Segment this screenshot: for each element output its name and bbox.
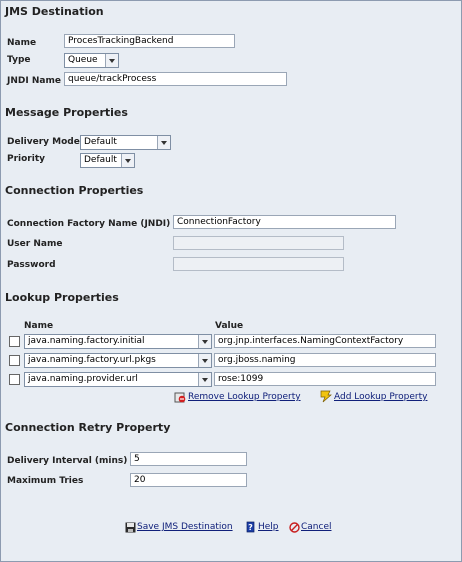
chevron-down-icon xyxy=(105,54,118,67)
lookup-row: java.naming.provider.url rose:1099 xyxy=(1,371,461,389)
lookup-name-select[interactable]: java.naming.factory.initial xyxy=(24,334,212,349)
column-header-name: Name xyxy=(24,321,54,331)
chevron-down-icon xyxy=(198,335,211,348)
maximum-tries-input[interactable]: 20 xyxy=(130,473,247,487)
password-label: Password xyxy=(7,260,56,270)
chevron-down-icon xyxy=(198,354,211,367)
lookup-value-input[interactable]: rose:1099 xyxy=(214,372,436,386)
connection-factory-label: Connection Factory Name (JNDI) xyxy=(7,219,171,229)
type-select[interactable]: Queue xyxy=(64,53,119,68)
save-icon[interactable] xyxy=(125,522,136,533)
priority-select[interactable]: Default xyxy=(80,153,135,168)
lookup-value-input[interactable]: org.jnp.interfaces.NamingContextFactory xyxy=(214,334,436,348)
chevron-down-icon xyxy=(198,373,211,386)
lookup-row-checkbox[interactable] xyxy=(9,336,20,347)
lookup-name-select[interactable]: java.naming.factory.url.pkgs xyxy=(24,353,212,368)
type-label: Type xyxy=(7,55,31,65)
save-jms-destination-link[interactable]: Save JMS Destination xyxy=(137,522,233,532)
delivery-mode-select[interactable]: Default xyxy=(80,135,171,150)
connection-factory-input[interactable]: ConnectionFactory xyxy=(173,215,396,229)
lookup-row-checkbox[interactable] xyxy=(9,355,20,366)
lookup-name-value: java.naming.factory.url.pkgs xyxy=(28,355,156,365)
chevron-down-icon xyxy=(121,154,134,167)
lookup-value-input[interactable]: org.jboss.naming xyxy=(214,353,436,367)
jms-destination-panel: JMS Destination Name ProcesTrackingBacke… xyxy=(0,0,462,562)
section-title-message-properties: Message Properties xyxy=(5,106,128,119)
priority-value: Default xyxy=(84,155,117,165)
add-icon[interactable] xyxy=(319,390,332,403)
jndi-name-input[interactable]: queue/trackProcess xyxy=(64,72,287,86)
help-link[interactable]: Help xyxy=(258,522,279,532)
remove-icon[interactable] xyxy=(174,391,186,403)
delivery-mode-value: Default xyxy=(84,137,117,147)
remove-lookup-property-link[interactable]: Remove Lookup Property xyxy=(188,392,301,402)
name-input[interactable]: ProcesTrackingBackend xyxy=(64,34,235,48)
delivery-interval-input[interactable]: 5 xyxy=(130,452,247,466)
priority-label: Priority xyxy=(7,154,45,164)
section-title-jms-destination: JMS Destination xyxy=(5,5,104,18)
lookup-row: java.naming.factory.initial org.jnp.inte… xyxy=(1,333,461,351)
svg-text:?: ? xyxy=(248,523,253,532)
section-title-connection-properties: Connection Properties xyxy=(5,184,144,197)
add-lookup-property-link[interactable]: Add Lookup Property xyxy=(334,392,427,402)
lookup-name-select[interactable]: java.naming.provider.url xyxy=(24,372,212,387)
name-label: Name xyxy=(7,38,37,48)
maximum-tries-label: Maximum Tries xyxy=(7,476,84,486)
help-icon[interactable]: ? xyxy=(245,521,257,533)
user-name-label: User Name xyxy=(7,239,63,249)
cancel-link[interactable]: Cancel xyxy=(301,522,332,532)
lookup-name-value: java.naming.provider.url xyxy=(28,374,138,384)
chevron-down-icon xyxy=(157,136,170,149)
jndi-name-label: JNDI Name xyxy=(7,76,61,86)
column-header-value: Value xyxy=(215,321,244,331)
lookup-row: java.naming.factory.url.pkgs org.jboss.n… xyxy=(1,352,461,370)
delivery-interval-label: Delivery Interval (mins) xyxy=(7,456,128,466)
password-input[interactable] xyxy=(173,257,344,271)
user-name-input[interactable] xyxy=(173,236,344,250)
section-title-lookup-properties: Lookup Properties xyxy=(5,291,119,304)
section-title-connection-retry: Connection Retry Property xyxy=(5,421,171,434)
lookup-row-checkbox[interactable] xyxy=(9,374,20,385)
lookup-name-value: java.naming.factory.initial xyxy=(28,336,145,346)
delivery-mode-label: Delivery Mode xyxy=(7,137,80,147)
cancel-icon[interactable] xyxy=(289,522,300,533)
type-select-value: Queue xyxy=(68,55,98,65)
